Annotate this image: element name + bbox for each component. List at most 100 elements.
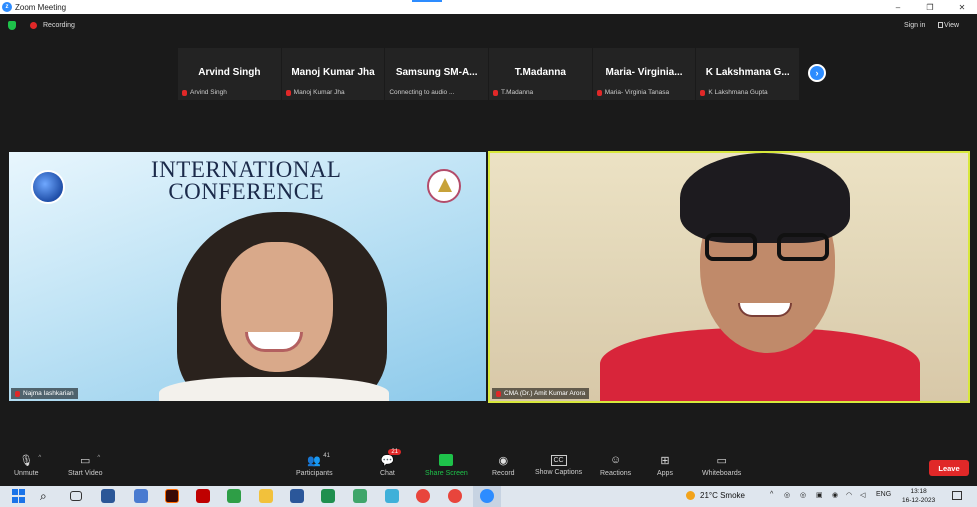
participant-label: Arvind Singh [190, 89, 227, 96]
muted-mic-icon [285, 89, 291, 96]
tray-icon[interactable]: ◎ [784, 491, 790, 499]
task-view-icon[interactable] [70, 491, 82, 501]
participant-label: Manoj Kumar Jha [293, 89, 345, 96]
participant-tile[interactable]: K Lakshmana G... K Lakshmana Gupta [696, 48, 801, 100]
participant-name: Arvind Singh [198, 67, 261, 78]
share-screen-button[interactable]: Share Screen [425, 453, 468, 483]
windows-taskbar: ⌕ 21°C Smoke ^ ◎ ◎ ▣ ◉ ◠ ◁ ENG 13:18 16-… [0, 486, 977, 507]
video-tile-left[interactable]: INTERNATIONAL CONFERENCE Najma Iashkaria… [9, 152, 486, 401]
banner-line2: CONFERENCE [168, 179, 325, 204]
chevron-up-icon[interactable]: ^ [770, 491, 773, 498]
leave-button[interactable]: Leave [929, 460, 969, 476]
reactions-icon: ☺ [609, 454, 622, 466]
muted-mic-icon [182, 89, 187, 96]
participants-icon: 👥 41 [307, 453, 330, 467]
video-off-icon: ▭ ^ [80, 454, 101, 467]
glasses-icon [705, 233, 833, 263]
illustrator-icon[interactable] [165, 489, 179, 503]
notification-icon[interactable] [952, 491, 962, 500]
store-icon[interactable] [101, 489, 115, 503]
participant-strip: Arvind Singh Arvind Singh Manoj Kumar Jh… [178, 48, 801, 100]
muted-mic-icon [496, 390, 501, 397]
window-titlebar: z Zoom Meeting – ❐ ✕ [0, 0, 977, 14]
chevron-up-icon[interactable]: ^ [38, 455, 41, 461]
clock-time: 13:18 [910, 488, 927, 495]
recording-label: Recording [43, 22, 75, 29]
view-button[interactable]: View [944, 22, 959, 29]
chevron-up-icon[interactable]: ^ [97, 455, 100, 461]
tray-icon[interactable]: ◉ [832, 491, 838, 499]
strip-next-button[interactable]: › [808, 64, 826, 82]
participant-label: Maria- Virginia Tanasa [604, 89, 670, 96]
chrome-icon[interactable] [448, 489, 462, 503]
meeting-toolbar: 🎙 ^ Unmute ▭ ^ Start Video 👥 41 Participant… [0, 449, 977, 486]
share-screen-icon [439, 454, 454, 466]
language-indicator[interactable]: ENG [876, 491, 891, 498]
participant-name: Manoj Kumar Jha [291, 67, 375, 78]
system-clock[interactable]: 13:18 16-12-2023 [902, 487, 935, 505]
app-icon[interactable] [385, 489, 399, 503]
security-shield-icon[interactable] [8, 21, 16, 30]
chrome-icon[interactable] [416, 489, 430, 503]
chat-button[interactable]: 💬 21 Chat [380, 449, 402, 483]
reactions-button[interactable]: ☺ Reactions [600, 453, 631, 483]
search-icon[interactable]: ⌕ [40, 489, 54, 503]
excel-icon[interactable] [321, 489, 335, 503]
speaker-face [221, 242, 333, 372]
weather-sun-icon [686, 491, 695, 500]
participant-tile[interactable]: Manoj Kumar Jha Manoj Kumar Jha [281, 48, 386, 100]
minimize-icon[interactable]: – [888, 0, 908, 14]
word-icon[interactable] [290, 489, 304, 503]
conference-banner: INTERNATIONAL CONFERENCE [151, 157, 342, 204]
video-tile-right-active-speaker[interactable]: CMA (Dr.) Amit Kumar Arora [488, 151, 970, 403]
participant-name: Samsung SM-A... [395, 67, 478, 78]
tray-icon[interactable]: ◎ [800, 491, 806, 499]
participant-tile[interactable]: Maria- Virginia... Maria- Virginia Tanas… [592, 48, 697, 100]
windows-start-icon[interactable] [12, 489, 26, 503]
start-video-button[interactable]: ▭ ^ Start Video [68, 453, 103, 483]
muted-mic-icon [493, 89, 499, 96]
recording-icon [30, 22, 37, 29]
muted-mic-icon: 🎙 ^ [19, 454, 42, 467]
tray-icon[interactable]: ▣ [816, 491, 823, 499]
participant-tile[interactable]: Samsung SM-A... Connecting to audio ... [385, 48, 490, 100]
muted-mic-icon [596, 89, 602, 96]
file-explorer-icon[interactable] [259, 489, 273, 503]
participants-button[interactable]: 👥 41 Participants [296, 453, 333, 483]
muted-mic-icon [700, 89, 706, 96]
speaker-hair [680, 153, 850, 243]
participant-tile[interactable]: Arvind Singh Arvind Singh [178, 48, 282, 100]
view-icon[interactable] [938, 22, 943, 28]
filezilla-icon[interactable] [196, 489, 210, 503]
apps-button[interactable]: ⊞ Apps [657, 453, 673, 483]
show-captions-button[interactable]: CC Show Captions [535, 453, 582, 483]
app-green-icon[interactable] [227, 489, 241, 503]
calculator-icon[interactable] [134, 489, 148, 503]
sign-in-link[interactable]: Sign in [904, 22, 925, 29]
record-icon: ◉ [498, 454, 509, 467]
titlebar-accent [412, 0, 442, 2]
participant-label: T.Madanna [501, 89, 534, 96]
wifi-icon[interactable]: ◠ [846, 491, 852, 499]
whiteboards-button[interactable]: ▭ Whiteboards [702, 453, 741, 483]
participant-name: K Lakshmana G... [705, 67, 790, 78]
weather-widget[interactable]: 21°C Smoke [686, 491, 745, 500]
participant-name: Maria- Virginia... [605, 67, 683, 78]
maximize-icon[interactable]: ❐ [920, 0, 940, 14]
record-button[interactable]: ◉ Record [492, 453, 515, 483]
banner-line1: INTERNATIONAL [151, 157, 342, 182]
participant-label: Connecting to audio ... [389, 89, 455, 96]
participant-tile[interactable]: T.Madanna T.Madanna [489, 48, 593, 100]
captions-icon: CC [550, 455, 567, 466]
window-title: Zoom Meeting [15, 2, 67, 12]
speaker-icon[interactable]: ◁ [860, 491, 865, 499]
speaker-shirt [159, 377, 389, 401]
globe-logo-icon [31, 170, 65, 204]
apps-icon: ⊞ [660, 454, 670, 467]
institute-emblem-icon [427, 169, 461, 203]
app-icon[interactable] [353, 489, 367, 503]
unmute-button[interactable]: 🎙 ^ Unmute [14, 453, 42, 483]
chat-badge: 21 [388, 449, 402, 455]
zoom-taskbar-icon[interactable] [480, 489, 494, 503]
close-icon[interactable]: ✕ [952, 0, 972, 14]
